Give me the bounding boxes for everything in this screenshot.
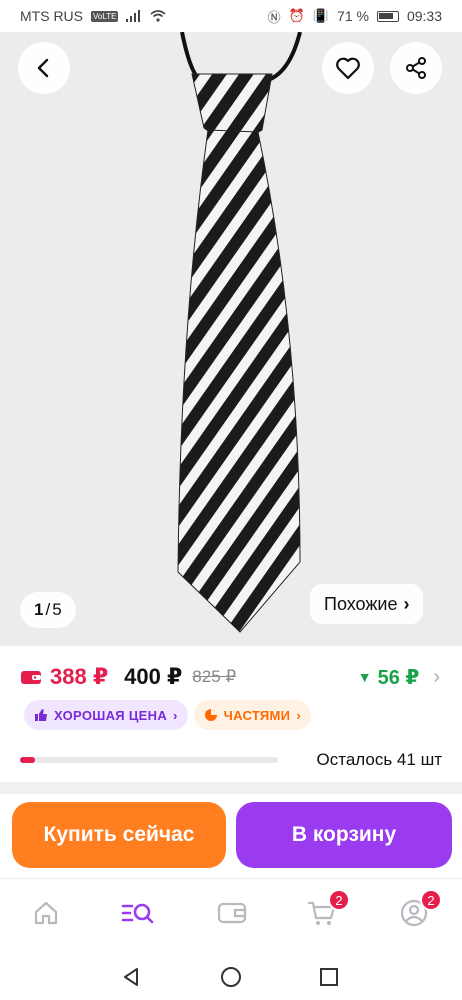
system-home-button[interactable] — [216, 962, 246, 992]
favorite-button[interactable] — [322, 42, 374, 94]
gallery-current-page: 1 — [34, 600, 44, 619]
back-button[interactable] — [18, 42, 70, 94]
cart-count-badge: 2 — [328, 889, 350, 911]
nav-catalog[interactable] — [120, 895, 156, 931]
signal-icon — [126, 10, 141, 22]
nfc-icon: Ⓝ — [267, 9, 281, 25]
discount-chevron[interactable]: › — [433, 666, 440, 689]
action-bar: Купить сейчас В корзину — [0, 794, 462, 878]
thumbs-up-icon — [35, 709, 47, 721]
stock-remaining: Осталось 41 шт — [316, 750, 442, 769]
nav-home[interactable] — [28, 895, 64, 931]
old-price: 825 ₽ — [192, 667, 237, 686]
pie-icon — [204, 709, 217, 721]
heart-icon — [336, 57, 360, 80]
good-price-label: ХОРОШАЯ ЦЕНА — [54, 707, 168, 723]
vibrate-icon: 📳 — [312, 8, 330, 23]
bottom-nav: 2 2 — [0, 878, 462, 952]
gallery-total-pages: 5 — [52, 600, 62, 619]
good-price-chevron: › — [173, 707, 178, 723]
price-row: 388 ₽ 400 ₽ 825 ₽ ▼ 56 ₽ › — [20, 662, 440, 692]
square-recents-icon — [320, 968, 338, 986]
stock-row: Осталось 41 шт — [20, 746, 442, 774]
similar-label: Похожие — [324, 593, 398, 614]
system-recents-button[interactable] — [314, 962, 344, 992]
wallet-price: 388 ₽ — [50, 664, 109, 689]
gallery-counter: 1 / 5 — [20, 592, 76, 628]
battery-percent: 71 % — [337, 8, 369, 24]
installments-label: ЧАСТЯМИ — [223, 707, 291, 723]
circle-home-icon — [221, 967, 241, 987]
home-icon — [34, 901, 58, 925]
product-image — [177, 32, 302, 633]
clock: 09:33 — [406, 8, 442, 24]
triangle-down-icon: ▼ — [357, 669, 372, 685]
installments-badge[interactable]: ЧАСТЯМИ › — [193, 700, 311, 730]
gallery-separator: / — [45, 600, 51, 619]
stock-progress-bar — [20, 757, 278, 763]
wallet-nav-icon — [217, 902, 247, 924]
nav-wallet[interactable] — [214, 895, 250, 931]
share-icon — [406, 57, 426, 79]
similar-button[interactable]: Похожие › — [310, 584, 424, 624]
nav-cart[interactable]: 2 — [304, 889, 350, 931]
add-to-cart-button[interactable]: В корзину — [236, 802, 452, 868]
system-back-button[interactable] — [116, 962, 146, 992]
good-price-badge[interactable]: ХОРОШАЯ ЦЕНА › — [24, 700, 188, 730]
buy-now-button[interactable]: Купить сейчас — [12, 802, 226, 868]
wifi-icon — [150, 10, 166, 22]
alarm-icon: ⏰ — [288, 8, 305, 23]
status-right: Ⓝ ⏰ 📳 71 % 09:33 — [268, 7, 442, 26]
triangle-back-icon — [124, 968, 138, 986]
section-divider — [0, 782, 462, 794]
similar-chevron: › — [403, 593, 410, 614]
carrier-name: MTS RUS — [20, 8, 83, 24]
nav-profile[interactable]: 2 — [396, 889, 442, 931]
status-bar: MTS RUS VoLTE Ⓝ ⏰ 📳 71 % 09:33 — [0, 0, 462, 32]
volte-badge: VoLTE — [91, 10, 119, 22]
main-price: 400 ₽ — [124, 664, 183, 689]
profile-count-badge: 2 — [420, 889, 442, 911]
system-navigation — [0, 952, 462, 1000]
badges: ХОРОШАЯ ЦЕНА › ЧАСТЯМИ › — [24, 700, 311, 730]
discount-amount: 56 ₽ — [377, 666, 420, 689]
wallet-icon — [21, 671, 41, 684]
battery-icon — [376, 10, 399, 22]
discount-info[interactable]: ▼ 56 ₽ — [358, 665, 420, 690]
stock-progress-fill — [20, 757, 36, 763]
back-arrow-icon — [37, 58, 49, 78]
product-gallery[interactable]: 1 / 5 Похожие › — [0, 32, 462, 646]
share-button[interactable] — [390, 42, 442, 94]
catalog-search-icon — [121, 903, 154, 924]
installments-chevron: › — [296, 707, 301, 723]
status-left: MTS RUS VoLTE — [20, 8, 166, 24]
